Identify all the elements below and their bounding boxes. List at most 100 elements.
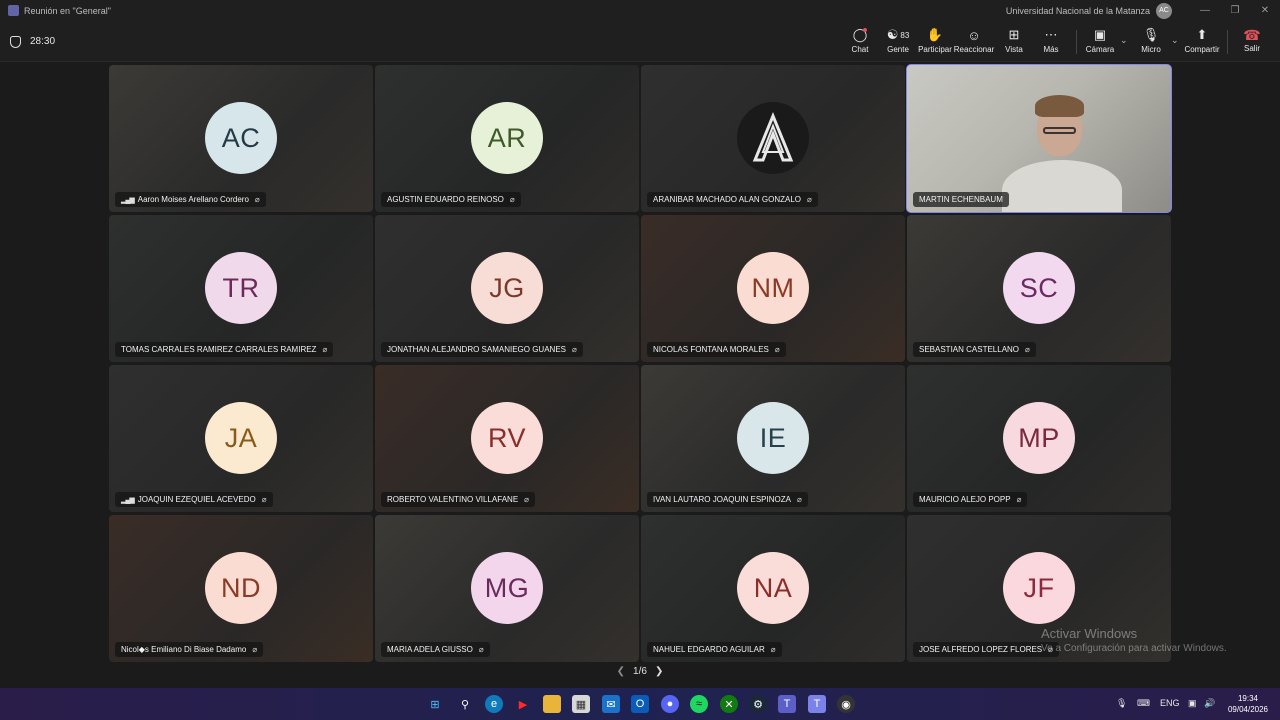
page-indicator: 1/6 (633, 666, 647, 677)
mic-muted-icon: ⌀ (1025, 345, 1030, 354)
meeting-toolbar: 28:30 ◯ Chat ☯ 83 Gente ✋ Participar ☺ Re… (0, 21, 1280, 62)
window-title: Reunión en "General" (24, 5, 111, 16)
participant-name-tag: ▂▄▆ JOAQUIN EZEQUIEL ACEVEDO ⌀ (115, 492, 273, 507)
participant-tile[interactable]: TR TOMAS CARRALES RAMIREZ CARRALES RAMIRE… (109, 215, 373, 362)
chat-button[interactable]: ◯ Chat (840, 26, 880, 58)
participant-tile[interactable]: AR AGUSTIN EDUARDO REINOSO ⌀ (375, 65, 639, 212)
discord-icon[interactable]: ● (661, 695, 679, 713)
teams-classic-icon[interactable]: T (808, 695, 826, 713)
more-dots-icon: ⋯ (1044, 27, 1058, 42)
divider (1227, 30, 1228, 54)
participant-tile[interactable]: JG JONATHAN ALEJANDRO SAMANIEGO GUANES ⌀ (375, 215, 639, 362)
hand-icon: ✋ (926, 27, 944, 42)
store-icon[interactable]: ▦ (572, 695, 590, 713)
organization-name: Universidad Nacional de la Matanza (1005, 5, 1150, 16)
mic-tray-icon[interactable]: 🎙 (1116, 698, 1127, 709)
video-person-shape (1035, 95, 1084, 117)
camera-off-icon: ▣ (1093, 27, 1107, 42)
people-button[interactable]: ☯ 83 Gente (878, 26, 918, 58)
participant-name: ROBERTO VALENTINO VILLAFANE (387, 495, 519, 504)
camera-options-chevron-icon[interactable]: ⌄ (1120, 35, 1128, 46)
mic-options-chevron-icon[interactable]: ⌄ (1171, 35, 1179, 46)
participant-tile[interactable]: ND Nicol◆s Emiliano Di Biase Dadamo ⌀ (109, 515, 373, 662)
file-explorer-icon[interactable] (543, 695, 561, 713)
react-button[interactable]: ☺ Reaccionar (954, 26, 994, 58)
initials-avatar: ND (205, 552, 277, 624)
notification-dot (863, 28, 867, 32)
participant-name-tag: JOSE ALFREDO LOPEZ FLORES ⌀ (913, 642, 1059, 657)
mic-button[interactable]: 🎙 Micro (1131, 26, 1171, 58)
title-bar: Reunión en "General" Universidad Naciona… (0, 0, 1280, 21)
camera-button[interactable]: ▣ Cámara (1080, 26, 1120, 58)
obs-icon[interactable]: ◉ (837, 695, 855, 713)
participant-tile[interactable]: JA ▂▄▆ JOAQUIN EZEQUIEL ACEVEDO ⌀ (109, 365, 373, 512)
participant-tile[interactable]: IE IVAN LAUTARO JOAQUIN ESPINOZA ⌀ (641, 365, 905, 512)
mic-muted-icon: ⌀ (524, 495, 529, 504)
participant-tile[interactable]: MARTIN ECHENBAUM (906, 64, 1172, 213)
participant-name: Nicol◆s Emiliano Di Biase Dadamo (121, 645, 247, 654)
participant-name: AGUSTIN EDUARDO REINOSO (387, 195, 504, 204)
start-icon[interactable]: ⊞ (426, 695, 444, 713)
participant-tile[interactable]: RV ROBERTO VALENTINO VILLAFANE ⌀ (375, 365, 639, 512)
participant-tile[interactable]: ARANIBAR MACHADO ALAN GONZALO ⌀ (641, 65, 905, 212)
steam-icon[interactable]: ⚙ (749, 695, 767, 713)
meeting-timer: 28:30 (30, 36, 56, 47)
view-button[interactable]: ⊞ Vista (994, 26, 1034, 58)
participant-name-tag: MAURICIO ALEJO POPP ⌀ (913, 492, 1028, 507)
teams-icon[interactable]: T (778, 695, 796, 713)
account-avatar[interactable]: AC (1156, 2, 1172, 19)
xbox-icon[interactable]: ✕ (720, 695, 738, 713)
share-icon: ⬆ (1196, 27, 1208, 42)
mail-icon[interactable]: ✉ (602, 695, 620, 713)
prev-page-icon[interactable]: ❮ (617, 666, 625, 677)
signal-bars-icon: ▂▄▆ (121, 196, 135, 204)
participant-name-tag: NAHUEL EDGARDO AGUILAR ⌀ (647, 642, 782, 657)
minimize-icon[interactable]: — (1190, 5, 1220, 16)
participant-name: TOMAS CARRALES RAMIREZ CARRALES RAMIREZ (121, 345, 317, 354)
volume-icon[interactable]: 🔊 (1204, 698, 1215, 709)
initials-avatar: RV (471, 402, 543, 474)
participant-tile[interactable]: NA NAHUEL EDGARDO AGUILAR ⌀ (641, 515, 905, 662)
participant-name-tag: AGUSTIN EDUARDO REINOSO ⌀ (381, 192, 521, 207)
more-button[interactable]: ⋯ Más (1031, 26, 1071, 58)
participant-name: JOAQUIN EZEQUIEL ACEVEDO (137, 495, 256, 504)
spotify-icon[interactable]: ≈ (690, 695, 708, 713)
youtube-icon[interactable]: ▶ (514, 695, 532, 713)
keyboard-icon[interactable]: ⌨ (1137, 698, 1150, 709)
initials-avatar: JA (205, 402, 277, 474)
initials-avatar: TR (205, 252, 277, 324)
shield-icon (10, 36, 21, 48)
search-icon[interactable]: ⚲ (456, 695, 474, 713)
next-page-icon[interactable]: ❯ (655, 666, 663, 677)
clock[interactable]: 19:34 09/04/2026 (1222, 693, 1274, 715)
participant-name: MARTIN ECHENBAUM (919, 195, 1003, 204)
a-logo-icon (752, 112, 794, 162)
participant-name-tag: NICOLAS FONTANA MORALES ⌀ (647, 342, 786, 357)
mic-muted-icon: ⌀ (770, 645, 776, 654)
outlook-icon[interactable]: O (631, 695, 649, 713)
participant-tile[interactable]: MP MAURICIO ALEJO POPP ⌀ (907, 365, 1171, 512)
mic-muted-icon: ⌀ (796, 495, 802, 504)
edge-icon[interactable]: e (485, 695, 503, 713)
participant-name-tag: IVAN LAUTARO JOAQUIN ESPINOZA ⌀ (647, 492, 808, 507)
participant-tile[interactable]: SC SEBASTIAN CASTELLANO ⌀ (907, 215, 1171, 362)
participant-name-tag: Nicol◆s Emiliano Di Biase Dadamo ⌀ (115, 642, 264, 657)
display-icon[interactable]: ▣ (1188, 698, 1197, 709)
participant-tile[interactable]: NM NICOLAS FONTANA MORALES ⌀ (641, 215, 905, 362)
initials-avatar: JG (471, 252, 543, 324)
close-icon[interactable]: ✕ (1250, 5, 1280, 16)
raise-hand-button[interactable]: ✋ Participar (915, 26, 955, 58)
share-button[interactable]: ⬆ Compartir (1182, 26, 1222, 58)
mic-muted-icon: 🎙 (1142, 27, 1160, 42)
language-indicator[interactable]: ENG (1160, 698, 1180, 708)
initials-avatar: IE (737, 402, 809, 474)
leave-button[interactable]: ☎ Salir (1236, 26, 1268, 58)
restore-icon[interactable]: ❐ (1220, 5, 1250, 16)
participant-name: SEBASTIAN CASTELLANO (919, 345, 1020, 354)
participant-tile[interactable]: MG MARIA ADELA GIUSSO ⌀ (375, 515, 639, 662)
participant-tile[interactable]: AC ▂▄▆ Aaron Moises Arellano Cordero ⌀ (109, 65, 373, 212)
initials-avatar: AC (205, 102, 277, 174)
participant-name-tag: MARTIN ECHENBAUM (913, 192, 1009, 207)
signal-bars-icon: ▂▄▆ (121, 496, 135, 504)
participant-name-tag: SEBASTIAN CASTELLANO ⌀ (913, 342, 1036, 357)
